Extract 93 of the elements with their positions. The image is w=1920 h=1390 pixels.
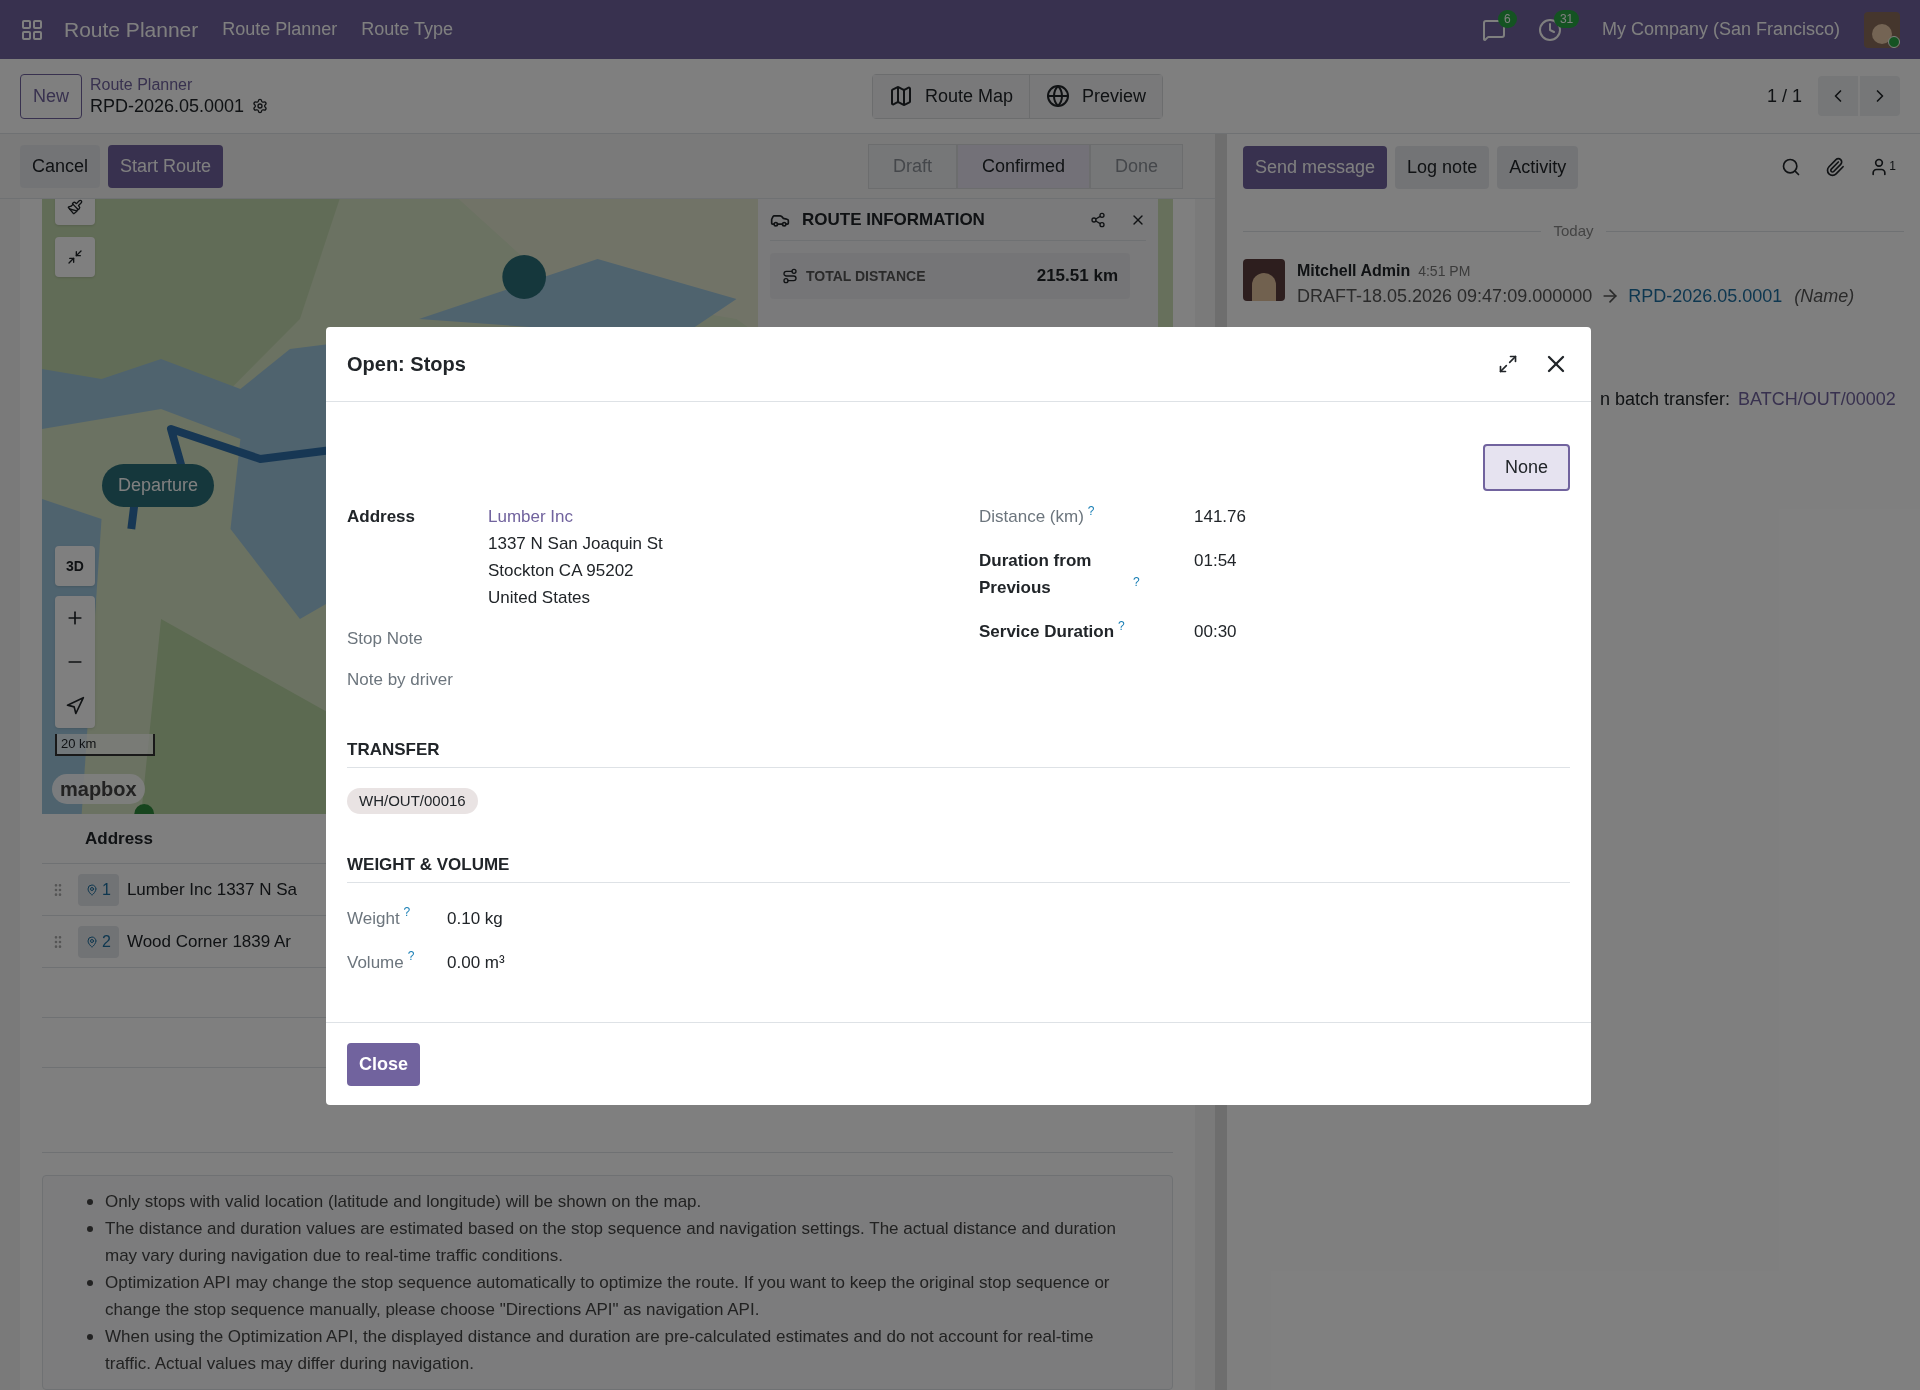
chatter-button[interactable]: Send message <box>1243 145 1388 189</box>
field-value: 00:30 <box>1194 621 1237 643</box>
panel-title: ROUTE INFORMATION <box>802 208 985 231</box>
field-label: Stop Note <box>347 628 424 650</box>
field-label: Address <box>347 506 417 528</box>
author-name: Mitchell Admin <box>1297 260 1411 281</box>
section-title: WEIGHT & VOLUME <box>347 852 1570 883</box>
settings-icon[interactable] <box>252 98 269 114</box>
search-icon[interactable] <box>1781 157 1802 177</box>
chatter-button[interactable]: Log note <box>1395 145 1490 189</box>
dialog-title: Open: Stops <box>347 352 466 377</box>
author-avatar <box>1243 258 1285 301</box>
message-time: 4:51 PM <box>1418 261 1471 281</box>
new-value: RPD-2026.05.0001 <box>1628 284 1783 308</box>
compass-icon[interactable] <box>65 696 85 716</box>
pager-value: 1 / 1 <box>1766 84 1802 108</box>
map-scale: 20 km <box>55 734 155 756</box>
none-button[interactable]: None <box>1482 444 1570 491</box>
action-button[interactable]: Cancel <box>20 144 101 188</box>
map-marker-label: Departure <box>102 464 215 507</box>
new-button[interactable]: New <box>20 73 82 119</box>
action-button[interactable]: Start Route <box>108 144 224 188</box>
sequence-badge: 1 <box>78 873 119 906</box>
address-line: Stockton CA 95202 <box>488 560 635 582</box>
column-header: Address <box>85 827 154 850</box>
bullet-icon <box>87 1280 93 1286</box>
status-step[interactable]: Confirmed <box>956 143 1090 189</box>
app-brand[interactable]: Route Planner <box>64 13 199 46</box>
share-icon[interactable] <box>1090 211 1106 228</box>
field-name: (Name) <box>1794 284 1855 308</box>
expand-icon[interactable] <box>1498 354 1518 374</box>
user-avatar[interactable] <box>1864 11 1900 48</box>
help-icon[interactable]: ? <box>403 904 411 919</box>
record-name: RPD-2026.05.0001 <box>90 94 245 118</box>
metric-value: 215.51 km <box>1036 265 1118 288</box>
field-label: Note by driver <box>347 669 454 691</box>
field-value: 141.76 <box>1194 506 1246 528</box>
date-separator: Today <box>1552 221 1595 241</box>
map-attribution-logo: mapbox <box>52 774 145 804</box>
field-label: Distance (km) <box>979 506 1084 528</box>
note-text: When using the Optimization API, the displayed distance and duration are pre-calculated estimates and do not account for real-time traffic. Actual values may differ during navigation. <box>105 1326 1095 1375</box>
activities-icon[interactable] <box>1537 17 1562 42</box>
metric-label: TOTAL DISTANCE <box>806 266 926 286</box>
globe-icon <box>1046 84 1071 108</box>
road-icon <box>782 268 798 284</box>
field-value: 01:54 <box>1194 550 1237 572</box>
field-value: 0.10 kg <box>447 907 503 930</box>
view-button[interactable]: Route Map <box>873 74 1030 118</box>
note-text: Optimization API may change the stop sequence automatically to optimize the route. If you want to keep the original stop sequence or change the stop sequence manually, please choose "Directions API" as navigation API. <box>105 1272 1111 1321</box>
field-label: Duration from Previous <box>979 550 1093 599</box>
draw-tool-button[interactable] <box>55 199 95 225</box>
three-d-button[interactable]: 3D <box>55 546 95 586</box>
bullet-icon <box>87 1199 93 1205</box>
old-value: DRAFT-18.05.2026 09:47:09.000000 <box>1297 284 1593 308</box>
paperclip-icon[interactable] <box>1825 157 1846 177</box>
apps-menu-icon[interactable] <box>20 17 44 42</box>
view-button[interactable]: Preview <box>1029 74 1163 118</box>
followers-count: 1 <box>1889 158 1896 175</box>
section-title: TRANSFER <box>347 737 1570 768</box>
close-button[interactable]: Close <box>347 1042 421 1086</box>
address-line: United States <box>488 587 592 609</box>
help-icon[interactable]: ? <box>407 948 415 963</box>
note-text: Only stops with valid location (latitude and longitude) will be shown on the map. <box>105 1191 702 1213</box>
collapse-button[interactable] <box>55 237 95 277</box>
company-switcher[interactable]: My Company (San Francisco) <box>1601 16 1840 43</box>
menu-item[interactable]: Route Type <box>361 16 454 43</box>
menu-item[interactable]: Route Planner <box>222 16 338 43</box>
address-line: 1337 N San Joaquin St <box>488 533 663 555</box>
partner-link[interactable]: Lumber Inc <box>488 503 663 530</box>
field-label: Service Duration <box>979 621 1115 643</box>
bullet-icon <box>87 1334 93 1340</box>
field-value: 0.00 m³ <box>447 951 505 974</box>
table-cell-text: Lumber Inc 1337 N Sa <box>126 878 297 901</box>
map-icon <box>889 84 913 108</box>
note-text: The distance and duration values are estimated based on the stop sequence and navigation settings. The actual distance and duration may vary during navigation due to real-time traffic conditions. <box>105 1218 1117 1267</box>
field-label: Volume <box>347 952 404 972</box>
help-icon[interactable]: ? <box>1118 619 1125 633</box>
transfer-tag[interactable]: WH/OUT/00016 <box>347 787 478 814</box>
help-icon[interactable]: ? <box>1133 575 1140 589</box>
bullet-icon <box>87 1226 93 1232</box>
notification-badge: 6 <box>1497 9 1517 28</box>
help-icon[interactable]: ? <box>1087 504 1095 518</box>
chatter-button[interactable]: Activity <box>1497 145 1579 189</box>
record-link[interactable]: BATCH/OUT/00002 <box>1738 385 1896 413</box>
brush-icon <box>67 199 83 215</box>
messages-icon[interactable] <box>1481 17 1506 42</box>
message-text: n batch transfer: <box>1600 387 1731 411</box>
field-label: Weight <box>347 908 400 928</box>
breadcrumb-link[interactable]: Route Planner <box>90 74 269 95</box>
notification-badge: 31 <box>1553 9 1580 28</box>
collapse-icon <box>67 249 83 265</box>
table-cell-text: Wood Corner 1839 Ar <box>126 930 292 953</box>
sequence-badge: 2 <box>78 925 119 958</box>
